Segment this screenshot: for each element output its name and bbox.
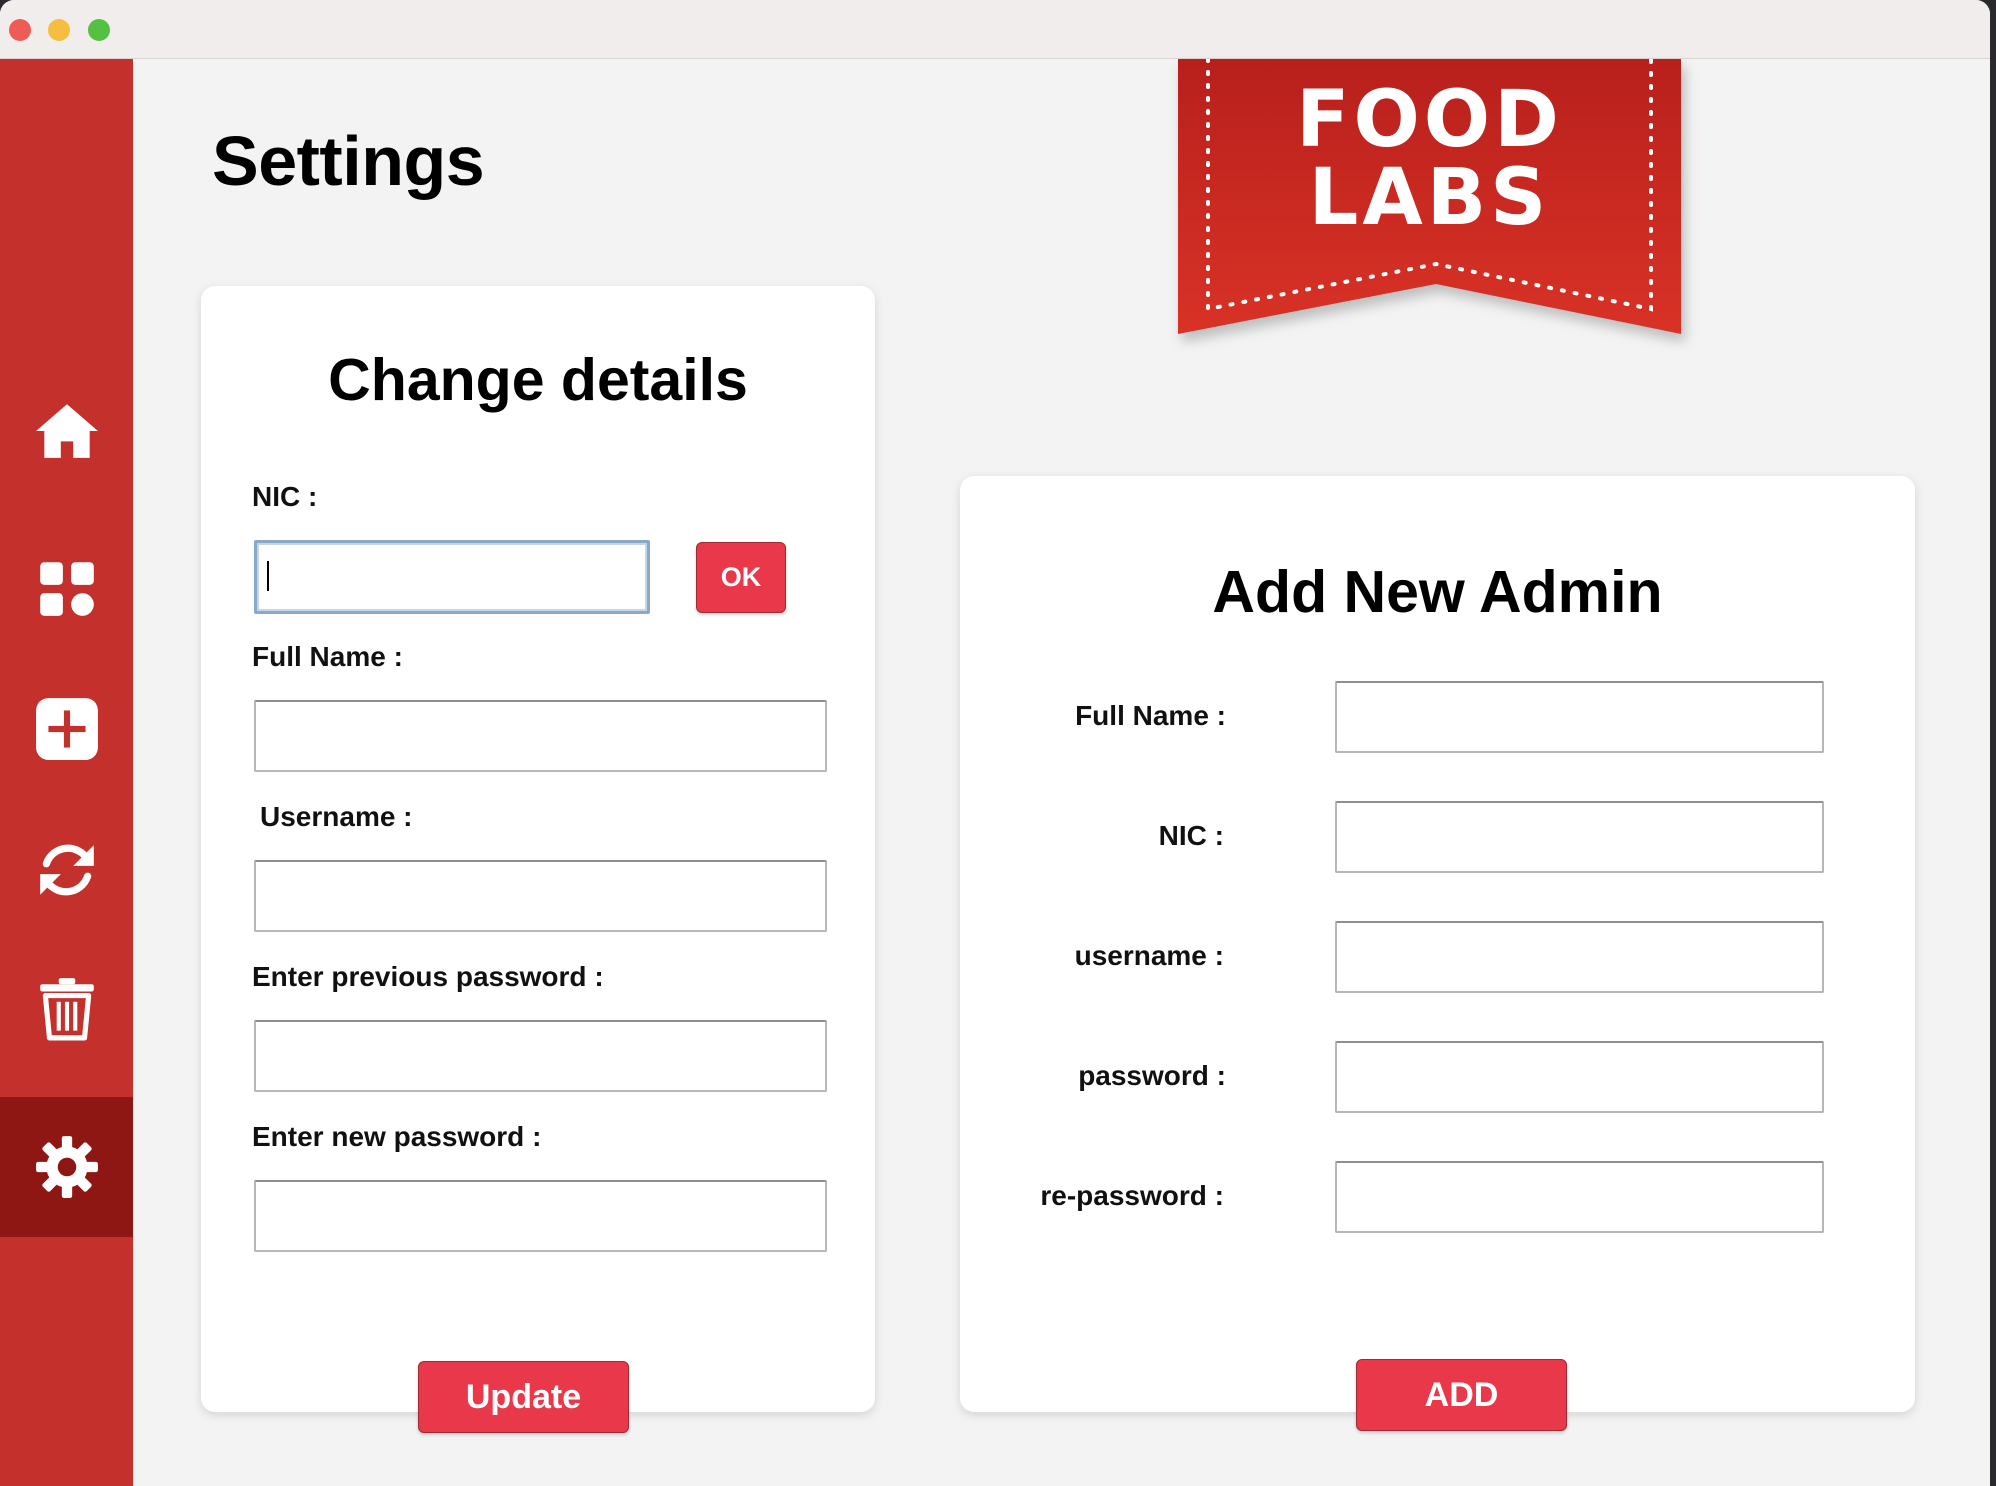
- admin-nic-input[interactable]: [1335, 801, 1824, 873]
- admin-repassword-input[interactable]: [1335, 1161, 1824, 1233]
- text-caret: [267, 561, 269, 591]
- logo-line-labs: LABS: [1308, 153, 1551, 243]
- sidebar-item-dashboard[interactable]: [0, 519, 133, 659]
- title-bar: [0, 0, 1990, 59]
- admin-nic-label: NIC :: [1158, 820, 1224, 851]
- nic-input[interactable]: [254, 540, 650, 614]
- dashboard-icon: [39, 562, 94, 616]
- app-window: Settings FOOD LABS Change details NIC: …: [0, 0, 1990, 1486]
- admin-full-name-input[interactable]: [1335, 681, 1824, 753]
- logo-line-food: FOOD: [1296, 75, 1563, 165]
- maximize-window-button[interactable]: [88, 19, 110, 41]
- page-title: Settings: [212, 122, 485, 200]
- nic-label: NIC :: [252, 481, 318, 512]
- admin-username-label: username :: [1074, 940, 1224, 971]
- ok-button[interactable]: OK: [696, 542, 786, 613]
- add-icon: [35, 698, 98, 760]
- username-input[interactable]: [254, 860, 827, 932]
- minimize-window-button[interactable]: [48, 19, 70, 41]
- username-label: Username :: [260, 801, 413, 832]
- sidebar-item-add[interactable]: [0, 659, 133, 799]
- settings-content: Settings FOOD LABS Change details NIC: …: [133, 59, 1990, 1486]
- refresh-icon: [39, 844, 94, 896]
- update-button[interactable]: Update: [418, 1361, 629, 1433]
- home-icon: [35, 404, 98, 458]
- admin-repassword-label: re-password :: [1040, 1180, 1224, 1211]
- change-details-card: Change details NIC : OK Full Name : User…: [201, 286, 875, 1433]
- sidebar-item-refresh[interactable]: [0, 800, 133, 940]
- admin-full-name-label: Full Name :: [1075, 700, 1226, 731]
- sidebar-item-home[interactable]: [0, 361, 133, 501]
- full-name-label: Full Name :: [252, 641, 403, 672]
- new-password-input[interactable]: [254, 1180, 827, 1252]
- admin-username-input[interactable]: [1335, 921, 1824, 993]
- logo-text: FOOD LABS: [1178, 81, 1681, 237]
- close-window-button[interactable]: [9, 19, 31, 41]
- add-admin-card: Add New Admin Full Name : NIC : username…: [960, 476, 1915, 1431]
- change-details-title: Change details: [328, 347, 748, 413]
- new-password-label: Enter new password :: [252, 1121, 542, 1152]
- admin-password-input[interactable]: [1335, 1041, 1824, 1113]
- add-button[interactable]: ADD: [1356, 1359, 1567, 1431]
- sidebar: [0, 59, 133, 1486]
- trash-icon: [39, 978, 94, 1041]
- food-labs-logo: FOOD LABS: [1178, 59, 1681, 337]
- sidebar-item-settings[interactable]: [0, 1097, 133, 1237]
- sidebar-item-delete[interactable]: [0, 939, 133, 1079]
- add-admin-title: Add New Admin: [1212, 559, 1663, 625]
- gear-icon: [35, 1136, 98, 1198]
- previous-password-label: Enter previous password :: [252, 961, 604, 992]
- admin-password-label: password :: [1078, 1060, 1226, 1091]
- previous-password-input[interactable]: [254, 1020, 827, 1092]
- full-name-input[interactable]: [254, 700, 827, 772]
